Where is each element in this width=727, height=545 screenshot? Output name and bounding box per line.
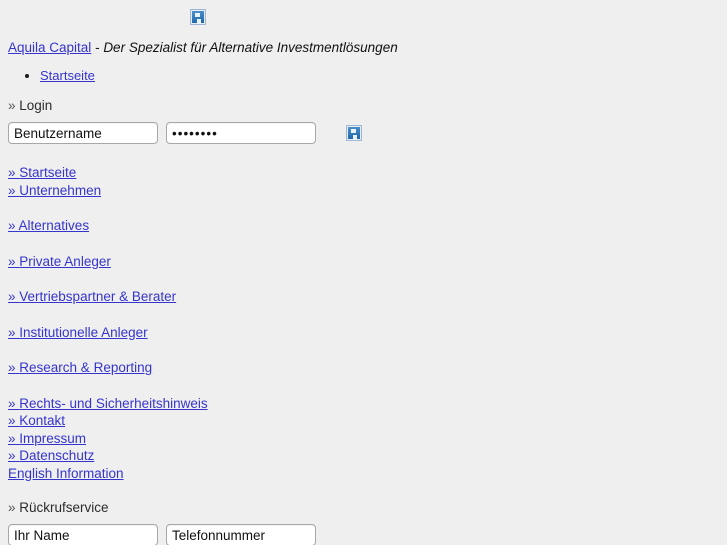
tagline-separator: - [91,40,104,55]
nav-row: English Information [8,465,727,483]
sidebar-item-label: Impressum [19,430,87,446]
sidebar-item-label: English Information [8,465,124,481]
chevron-icon: » [8,289,16,304]
callback-name-input[interactable] [8,524,158,545]
chevron-icon: » [8,500,16,515]
page-root: Aquila Capital - Der Spezialist für Alte… [0,0,727,545]
nav-group-2: » Alternatives [8,217,727,235]
sidebar-item-label: Unternehmen [19,182,102,198]
login-submit-broken-image-icon[interactable] [346,125,362,141]
sidebar-item-label: Alternatives [18,218,90,233]
breadcrumb-link-startseite[interactable]: Startseite [40,68,95,83]
chevron-icon: » [8,253,16,269]
chevron-icon: » [8,360,16,375]
chevron-icon: » [8,182,16,198]
sidebar-item-label: Research & Reporting [19,360,153,375]
sidebar-item-label: Startseite [19,165,77,180]
login-heading: » Login [8,98,727,114]
sidebar-item-datenschutz[interactable]: » Datenschutz [8,448,94,463]
nav-row: » Unternehmen [8,182,727,200]
sidebar-item-english-information[interactable]: English Information [8,466,124,481]
chevron-icon: » [8,165,16,180]
breadcrumb: Startseite [0,68,727,84]
list-item: Startseite [40,68,727,84]
main-navigation: » Startseite » Unternehmen » Alternative… [8,164,727,482]
sidebar-item-alternatives[interactable]: » Alternatives [8,218,89,233]
chevron-icon: » [8,413,16,428]
chevron-icon: » [8,430,16,446]
nav-group-1: » Startseite » Unternehmen [8,164,727,199]
sidebar-item-label: Vertriebspartner & Berater [19,289,177,304]
sidebar-item-institutionelle-anleger[interactable]: » Institutionelle Anleger [8,325,148,340]
broken-image-icon[interactable] [189,8,206,25]
nav-row: » Rechts- und Sicherheitshinweis [8,395,727,413]
sidebar-item-label: Institutionelle Anleger [19,324,148,340]
chevron-icon: » [8,448,16,463]
nav-row: » Datenschutz [8,447,727,465]
callback-form [8,524,727,545]
sidebar-item-private-anleger[interactable]: » Private Anleger [8,254,111,269]
sidebar-item-impressum[interactable]: » Impressum [8,431,86,446]
nav-group-4: » Vertriebspartner & Berater [8,288,727,306]
sidebar-item-kontakt[interactable]: » Kontakt [8,413,65,428]
header-logo-row [0,0,727,26]
callback-heading: » Rückrufservice [8,500,727,516]
chevron-icon: » [8,324,16,340]
nav-row: » Startseite [8,164,727,182]
sidebar-item-label: Datenschutz [19,448,95,463]
sidebar-item-rechts-sicherheitshinweis[interactable]: » Rechts- und Sicherheitshinweis [8,396,208,411]
callback-phone-input[interactable] [166,524,316,545]
nav-group-3: » Private Anleger [8,253,727,271]
nav-row: » Institutionelle Anleger [8,324,727,342]
login-heading-label: Login [19,98,53,113]
tagline-text: Der Spezialist für Alternative Investmen… [103,40,398,55]
callback-heading-label: Rückrufservice [19,500,109,515]
nav-row: » Research & Reporting [8,359,727,377]
site-tagline: Aquila Capital - Der Spezialist für Alte… [8,40,727,56]
nav-row: » Private Anleger [8,253,727,271]
login-form [8,122,727,144]
brand-link[interactable]: Aquila Capital [8,40,91,55]
sidebar-item-research-reporting[interactable]: » Research & Reporting [8,360,152,375]
chevron-icon: » [8,218,16,233]
sidebar-item-label: Private Anleger [19,253,111,269]
sidebar-item-label: Kontakt [19,413,66,428]
chevron-icon: » [8,98,16,113]
nav-group-6: » Research & Reporting [8,359,727,377]
sidebar-item-vertriebspartner-berater[interactable]: » Vertriebspartner & Berater [8,289,176,304]
nav-group-5: » Institutionelle Anleger [8,324,727,342]
sidebar-item-unternehmen[interactable]: » Unternehmen [8,183,101,198]
nav-row: » Alternatives [8,217,727,235]
password-input[interactable] [166,122,316,144]
nav-row: » Impressum [8,430,727,448]
chevron-icon: » [8,395,16,411]
sidebar-item-startseite[interactable]: » Startseite [8,165,76,180]
nav-row: » Vertriebspartner & Berater [8,288,727,306]
username-input[interactable] [8,122,158,144]
nav-group-7: » Rechts- und Sicherheitshinweis » Konta… [8,395,727,483]
sidebar-item-label: Rechts- und Sicherheitshinweis [19,395,208,411]
nav-row: » Kontakt [8,412,727,430]
